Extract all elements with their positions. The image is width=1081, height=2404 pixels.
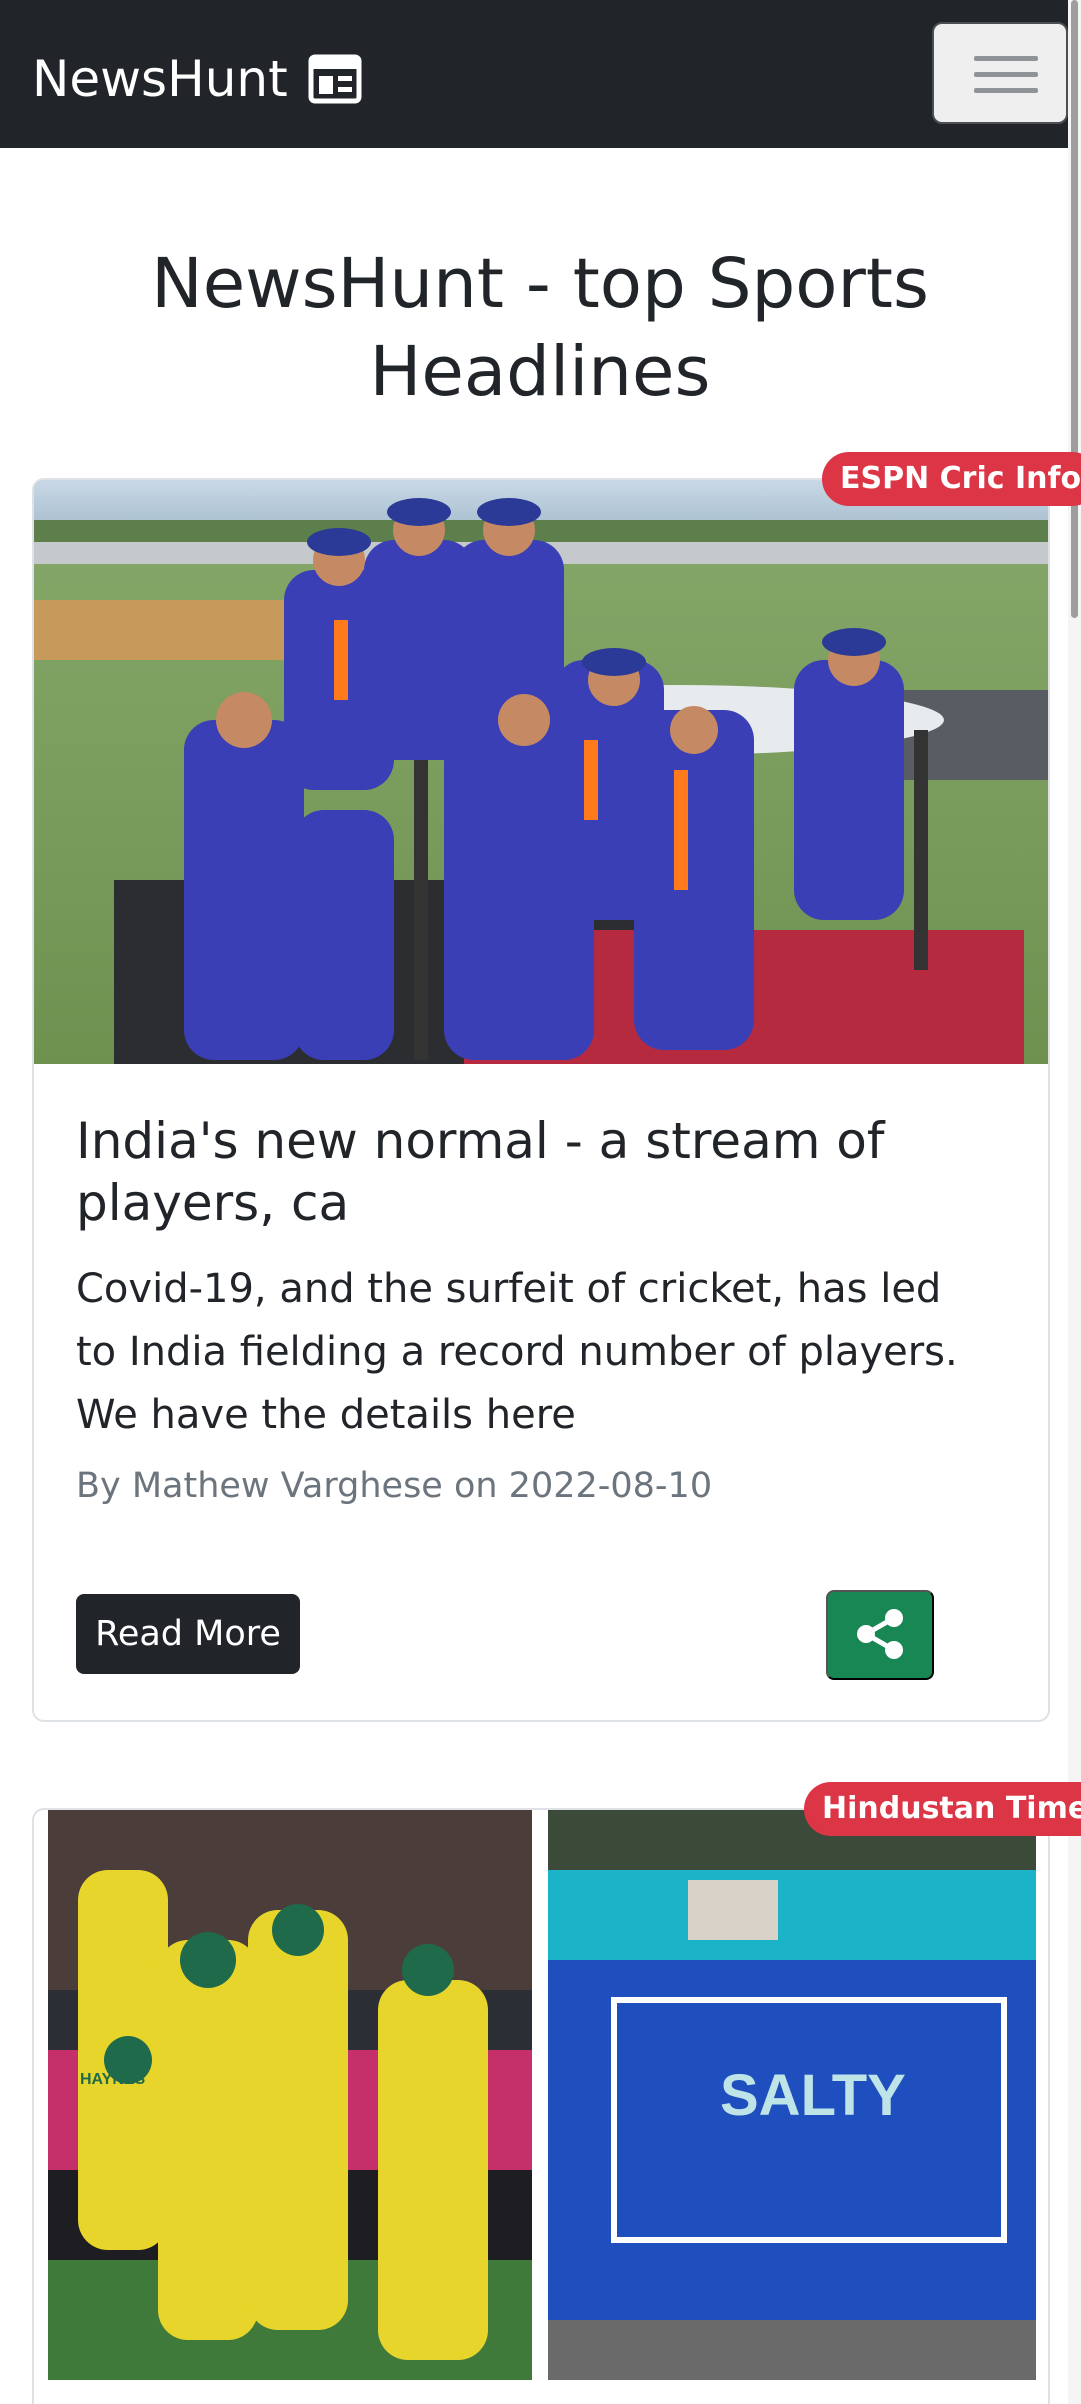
news-card: HAYNES SALTY [32,1808,1050,2404]
brand-link[interactable]: NewsHunt [32,44,362,114]
page-title: NewsHunt - top Sports Headlines [151,244,929,412]
article-image: HAYNES SALTY [48,1810,1036,2380]
jersey-name: HAYNES [80,2071,146,2088]
article-byline: By Mathew Varghese on 2022-08-10 [76,1466,713,1506]
navbar: NewsHunt [0,0,1081,148]
read-more-button[interactable]: Read More [76,1594,300,1674]
newspaper-icon [308,54,362,104]
navbar-toggle-button[interactable] [932,22,1068,124]
share-icon [854,1608,906,1663]
article-description: Covid-19, and the surfeit of cricket, ha… [76,1266,958,1438]
share-button[interactable] [826,1590,934,1680]
article-image [34,480,1048,1064]
source-badge: ESPN Cric Info [822,452,1081,506]
brand-name: NewsHunt [32,50,288,108]
news-card: India's new normal - a stream of players… [32,478,1050,1722]
article-title: India's new normal - a stream of players… [76,1112,885,1232]
source-badge: Hindustan Times [804,1782,1081,1836]
scrollbar-thumb[interactable] [1071,0,1078,618]
boat-name: SALTY [720,2063,906,2128]
